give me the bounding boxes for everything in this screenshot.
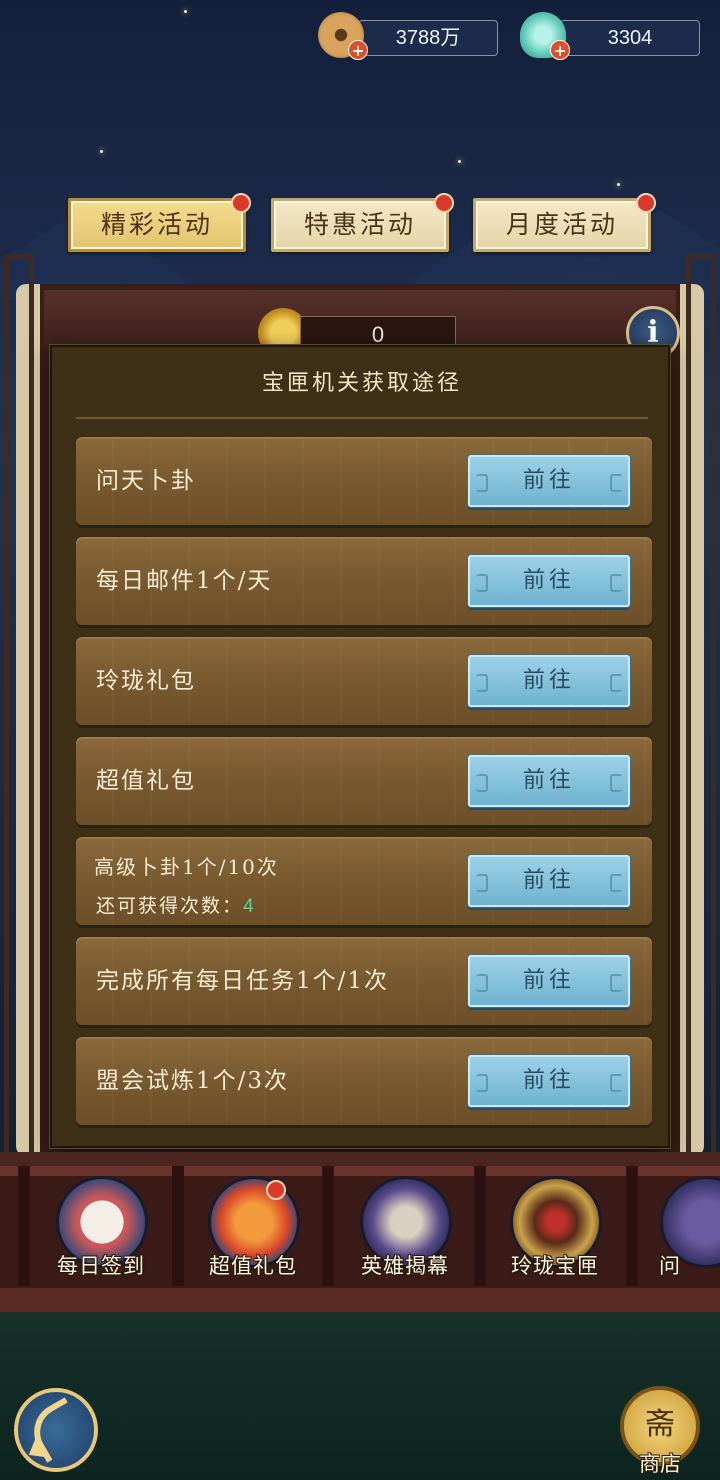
feature-daily-sign-in[interactable]: 每日签到 <box>36 1176 166 1286</box>
list-item-label: 玲珑礼包 <box>96 668 196 694</box>
copper-coin-value: 3788万 <box>358 20 498 56</box>
list-item-label: 盟会试炼1个/3次 <box>96 1068 290 1094</box>
list-item-divination: 问天卜卦 前往 <box>76 437 652 525</box>
feature-label: 英雄揭幕 <box>361 1254 449 1278</box>
modal-divider <box>76 417 648 419</box>
feature-label: 玲珑宝匣 <box>511 1254 599 1278</box>
tab-monthly-events[interactable]: 月度活动 <box>473 193 656 252</box>
tab-special-offers-label: 特惠活动 <box>303 210 416 239</box>
list-item-label: 超值礼包 <box>96 768 196 794</box>
shop-icon: 斋 <box>645 1407 675 1442</box>
jade-shell-counter[interactable]: 3304 + <box>520 12 700 60</box>
notification-dot <box>434 193 454 213</box>
go-button[interactable]: 前往 <box>468 1055 630 1107</box>
back-arrow-icon <box>23 1397 89 1463</box>
go-button[interactable]: 前往 <box>468 655 630 707</box>
list-item-linglong-pack: 玲珑礼包 前往 <box>76 637 652 725</box>
tab-featured-events-label: 精彩活动 <box>100 210 213 239</box>
go-button[interactable]: 前往 <box>468 755 630 807</box>
go-button[interactable]: 前往 <box>468 455 630 507</box>
shelf-post <box>322 1166 334 1286</box>
notification-dot <box>266 1180 286 1200</box>
list-item-label: 完成所有每日任务1个/1次 <box>96 968 390 994</box>
tab-monthly-events-label: 月度活动 <box>505 210 618 239</box>
feature-label: 超值礼包 <box>209 1254 297 1278</box>
shop-label: 商店 <box>639 1452 681 1476</box>
list-item-guild-trial: 盟会试炼1个/3次 前往 <box>76 1037 652 1125</box>
copper-coin-counter[interactable]: 3788万 + <box>318 12 498 60</box>
ground-background <box>0 1312 720 1480</box>
scroll-rail-left <box>4 254 34 1184</box>
list-item-daily-mail: 每日邮件1个/天 前往 <box>76 537 652 625</box>
tab-special-offers[interactable]: 特惠活动 <box>271 193 454 252</box>
remaining-count-value: 4 <box>243 896 256 917</box>
shelf-post <box>172 1166 184 1286</box>
add-jade-shell-icon[interactable]: + <box>550 40 570 60</box>
list-item-daily-tasks: 完成所有每日任务1个/1次 前往 <box>76 937 652 1025</box>
feature-label: 每日签到 <box>57 1254 145 1278</box>
feature-hero-reveal[interactable]: 英雄揭幕 <box>340 1176 470 1286</box>
jade-shell-value: 3304 <box>560 20 700 56</box>
remaining-count-text: 还可获得次数：4 <box>96 891 256 918</box>
acquisition-routes-modal: 宝匣机关获取途径 问天卜卦 前往 每日邮件1个/天 前往 玲珑礼包 前往 超值礼… <box>50 345 670 1148</box>
list-item-value-pack: 超值礼包 前往 <box>76 737 652 825</box>
notification-dot <box>231 193 251 213</box>
notification-dot <box>636 193 656 213</box>
shelf-post <box>626 1166 638 1286</box>
feature-partial[interactable]: 问 <box>640 1176 720 1286</box>
back-button[interactable] <box>14 1388 98 1472</box>
go-button[interactable]: 前往 <box>468 555 630 607</box>
list-item-label: 高级卜卦1个/10次 <box>94 855 279 879</box>
list-item-label: 问天卜卦 <box>96 468 196 494</box>
shelf-post <box>474 1166 486 1286</box>
go-button[interactable]: 前往 <box>468 955 630 1007</box>
add-copper-coin-icon[interactable]: + <box>348 40 368 60</box>
go-button[interactable]: 前往 <box>468 855 630 907</box>
feature-treasure-box[interactable]: 玲珑宝匣 <box>490 1176 620 1286</box>
scroll-rail-right <box>686 254 716 1184</box>
feature-value-pack[interactable]: 超值礼包 <box>188 1176 318 1286</box>
feature-label: 问 <box>659 1254 681 1278</box>
tab-featured-events[interactable]: 精彩活动 <box>68 193 251 252</box>
remaining-count-label: 还可获得次数： <box>96 895 244 917</box>
modal-title: 宝匣机关获取途径 <box>261 371 462 396</box>
shelf-post <box>18 1166 30 1286</box>
list-item-label: 每日邮件1个/天 <box>96 568 273 594</box>
list-item-advanced-divination: 高级卜卦1个/10次 还可获得次数：4 前往 <box>76 837 652 925</box>
